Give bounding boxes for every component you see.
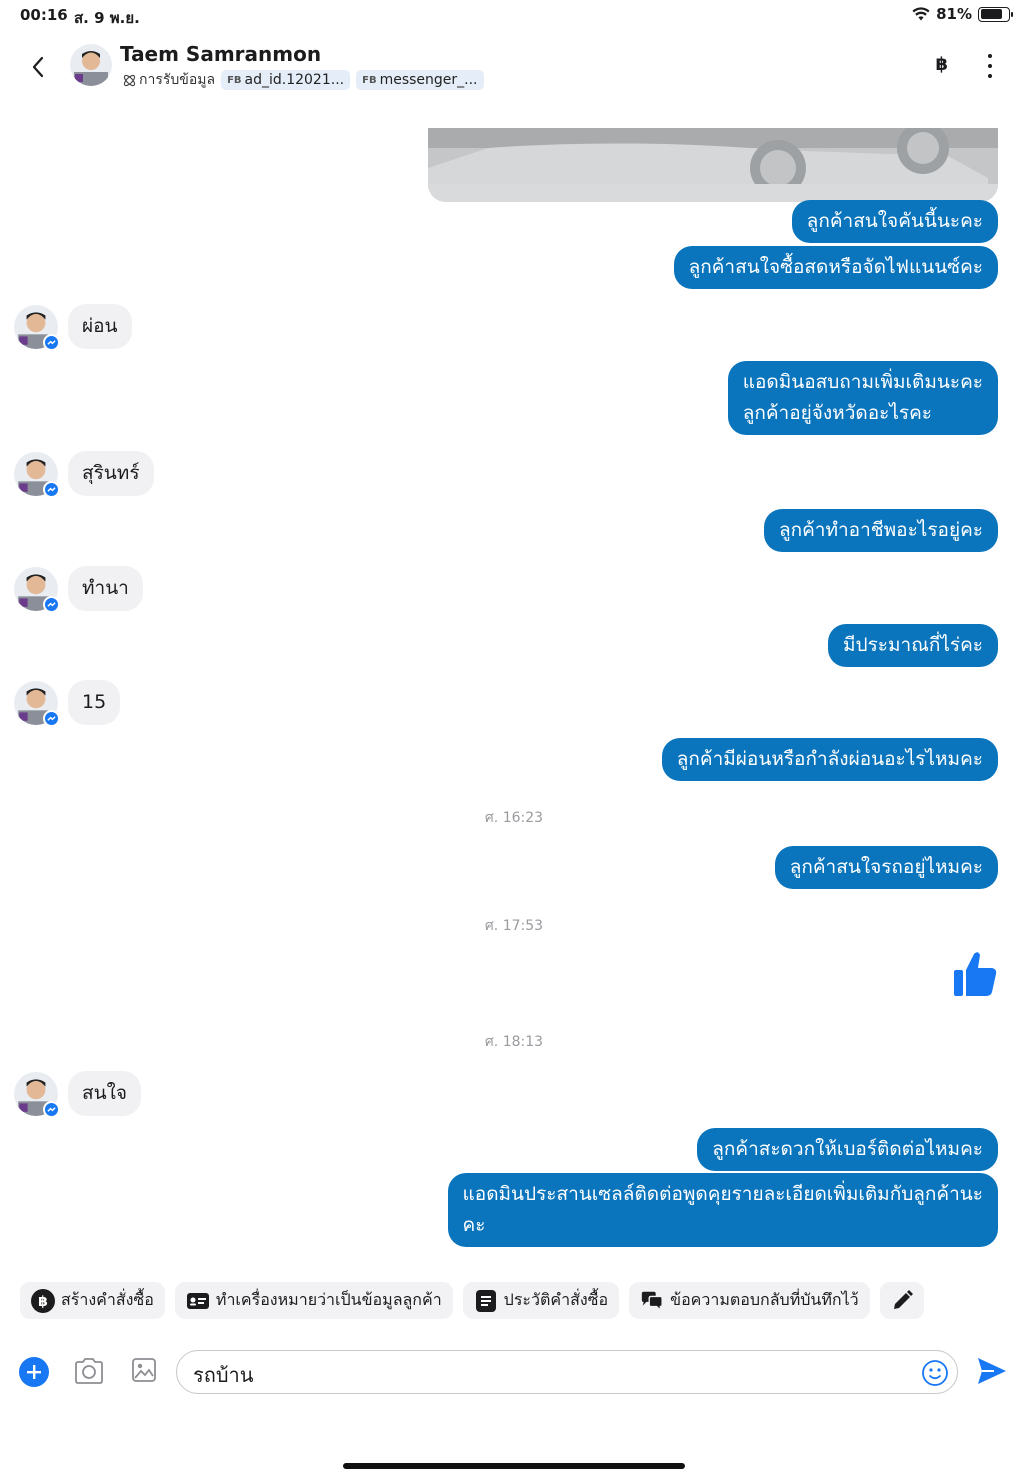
- messenger-icon: [43, 709, 60, 727]
- outgoing-message[interactable]: มีประมาณกี่ไร่คะ: [828, 624, 998, 667]
- incoming-message[interactable]: ทำนา: [68, 566, 143, 611]
- car-image-message[interactable]: [428, 128, 998, 202]
- timestamp: ศ. 16:23: [484, 810, 544, 826]
- messenger-chip[interactable]: FB messenger_...: [356, 70, 484, 90]
- outgoing-message[interactable]: แอดมินอสบถามเพิ่มเติมนะคะ ลูกค้าอยู่จังห…: [727, 361, 998, 435]
- like-message[interactable]: [952, 950, 998, 1002]
- outgoing-message[interactable]: ลูกค้าสนใจซื้อสดหรือจัดไฟแนนซ์คะ: [673, 246, 998, 289]
- outgoing-message[interactable]: ลูกค้าสนใจรถอยู่ไหมคะ: [774, 846, 998, 889]
- incoming-row: สนใจ: [14, 1071, 141, 1118]
- pencil-icon: [890, 1289, 914, 1313]
- order-history-button[interactable]: ประวัติคำสั่งซื้อ: [462, 1282, 620, 1319]
- chat-header: Taem Samranmon การรับข้อมูล FB ad_id.1202…: [0, 36, 1028, 100]
- camera-button[interactable]: [73, 1357, 105, 1389]
- data-source-text: การรับข้อมูล: [139, 72, 216, 88]
- avatar[interactable]: [70, 44, 112, 86]
- incoming-row: สุรินทร์: [14, 451, 154, 498]
- saved-replies-button[interactable]: ข้อความตอบกลับที่บันทึกไว้: [629, 1282, 870, 1319]
- avatar[interactable]: [14, 566, 60, 613]
- outgoing-message[interactable]: ลูกค้าสะดวกให้เบอร์ติดต่อไหมคะ: [697, 1128, 998, 1171]
- chevron-left-icon: [32, 56, 44, 78]
- chat-bubbles-icon: [640, 1289, 664, 1313]
- status-time: 00:16: [20, 6, 68, 24]
- contact-name[interactable]: Taem Samranmon: [120, 42, 321, 66]
- saved-replies-label: ข้อความตอบกลับที่บันทึกไว้: [670, 1290, 859, 1309]
- document-icon: [474, 1289, 498, 1313]
- mark-customer-label: ทำเครื่องหมายว่าเป็นข้อมูลลูกค้า: [215, 1290, 442, 1309]
- avatar[interactable]: [14, 451, 60, 498]
- plus-icon: [27, 1365, 41, 1379]
- image-icon: [132, 1358, 156, 1382]
- add-button[interactable]: [19, 1357, 49, 1387]
- incoming-message[interactable]: ผ่อน: [68, 304, 132, 349]
- messenger-icon: [43, 1100, 60, 1118]
- mark-customer-button[interactable]: ทำเครื่องหมายว่าเป็นข้อมูลลูกค้า: [174, 1282, 453, 1319]
- home-indicator[interactable]: [343, 1463, 685, 1469]
- send-button[interactable]: [976, 1356, 1008, 1390]
- incoming-row: 15: [14, 680, 121, 727]
- thumbs-up-icon: [954, 952, 997, 996]
- status-indicators: 81%: [912, 5, 1013, 23]
- svg-text:฿: ฿: [38, 1294, 48, 1310]
- message-line: คะ: [462, 1214, 486, 1236]
- message-composer: รถบ้าน: [0, 1340, 1028, 1404]
- car-photo: [428, 128, 998, 202]
- gallery-button[interactable]: [131, 1357, 157, 1387]
- messenger-icon: [43, 595, 60, 613]
- incoming-row: ทำนา: [14, 566, 143, 613]
- more-options-button[interactable]: [980, 54, 1000, 78]
- id-card-icon: [186, 1289, 210, 1313]
- ad-id-chip[interactable]: FB ad_id.12021...: [221, 70, 351, 90]
- timestamp: ศ. 17:53: [484, 918, 544, 934]
- message-line: แอดมินอสบถามเพิ่มเติมนะคะ: [742, 371, 983, 393]
- messenger-icon: [43, 480, 60, 498]
- avatar[interactable]: [14, 304, 60, 351]
- battery-icon: [978, 6, 1013, 22]
- contact-tags: การรับข้อมูล FB ad_id.12021... FB messenge…: [122, 69, 484, 91]
- back-button[interactable]: [24, 52, 52, 82]
- incoming-row: ผ่อน: [14, 304, 132, 351]
- order-history-label: ประวัติคำสั่งซื้อ: [503, 1290, 609, 1309]
- timestamp: ศ. 18:13: [484, 1034, 544, 1050]
- status-date: ส. 9 พ.ย.: [74, 9, 140, 27]
- baht-icon: ฿: [31, 1288, 55, 1313]
- incoming-message[interactable]: 15: [68, 680, 121, 725]
- message-line: ลูกค้าอยู่จังหวัดอะไรคะ: [742, 402, 933, 424]
- message-input-value: รถบ้าน: [193, 1363, 254, 1387]
- create-order-label: สร้างคำสั่งซื้อ: [61, 1290, 154, 1309]
- camera-icon: [75, 1358, 103, 1384]
- edit-button[interactable]: [879, 1282, 924, 1319]
- incoming-message[interactable]: สุรินทร์: [68, 451, 154, 496]
- message-line: แอดมินประสานเซลล์ติดต่อพูดคุยรายละเอียดเ…: [462, 1183, 983, 1205]
- incoming-message[interactable]: สนใจ: [68, 1071, 141, 1116]
- data-source-label: การรับข้อมูล: [122, 69, 215, 91]
- emoji-button[interactable]: [921, 1359, 949, 1391]
- wifi-icon: [912, 7, 930, 21]
- outgoing-message[interactable]: ลูกค้ามีผ่อนหรือกำลังผ่อนอะไรไหมคะ: [661, 738, 998, 781]
- atom-icon: [123, 74, 136, 86]
- message-input[interactable]: รถบ้าน: [176, 1350, 958, 1394]
- messenger-icon: [43, 333, 60, 351]
- status-bar: 00:16 ส. 9 พ.ย. 81%: [0, 0, 1028, 32]
- avatar[interactable]: [14, 680, 60, 727]
- outgoing-message[interactable]: แอดมินประสานเซลล์ติดต่อพูดคุยรายละเอียดเ…: [447, 1173, 998, 1247]
- battery-percent: 81%: [936, 5, 972, 23]
- fb-prefix: FB: [227, 74, 242, 86]
- emoji-icon: [922, 1360, 948, 1386]
- chip-text: ad_id.12021...: [244, 72, 345, 88]
- chat-thread[interactable]: ลูกค้าสนใจคันนี้นะคะ ลูกค้าสนใจซื้อสดหรื…: [0, 100, 1028, 1270]
- create-order-button[interactable]: ฿ สร้างคำสั่งซื้อ: [20, 1282, 165, 1319]
- payment-button[interactable]: ฿: [935, 54, 948, 75]
- chip-text: messenger_...: [379, 72, 478, 88]
- outgoing-message[interactable]: ลูกค้าสนใจคันนี้นะคะ: [791, 200, 998, 243]
- avatar[interactable]: [14, 1071, 60, 1118]
- send-icon: [978, 1358, 1006, 1384]
- quick-actions-bar: ฿ สร้างคำสั่งซื้อ ทำเครื่องหมายว่าเป็นข้…: [20, 1282, 1020, 1319]
- outgoing-message[interactable]: ลูกค้าทำอาชีพอะไรอยู่คะ: [763, 509, 998, 552]
- fb-prefix: FB: [362, 74, 377, 86]
